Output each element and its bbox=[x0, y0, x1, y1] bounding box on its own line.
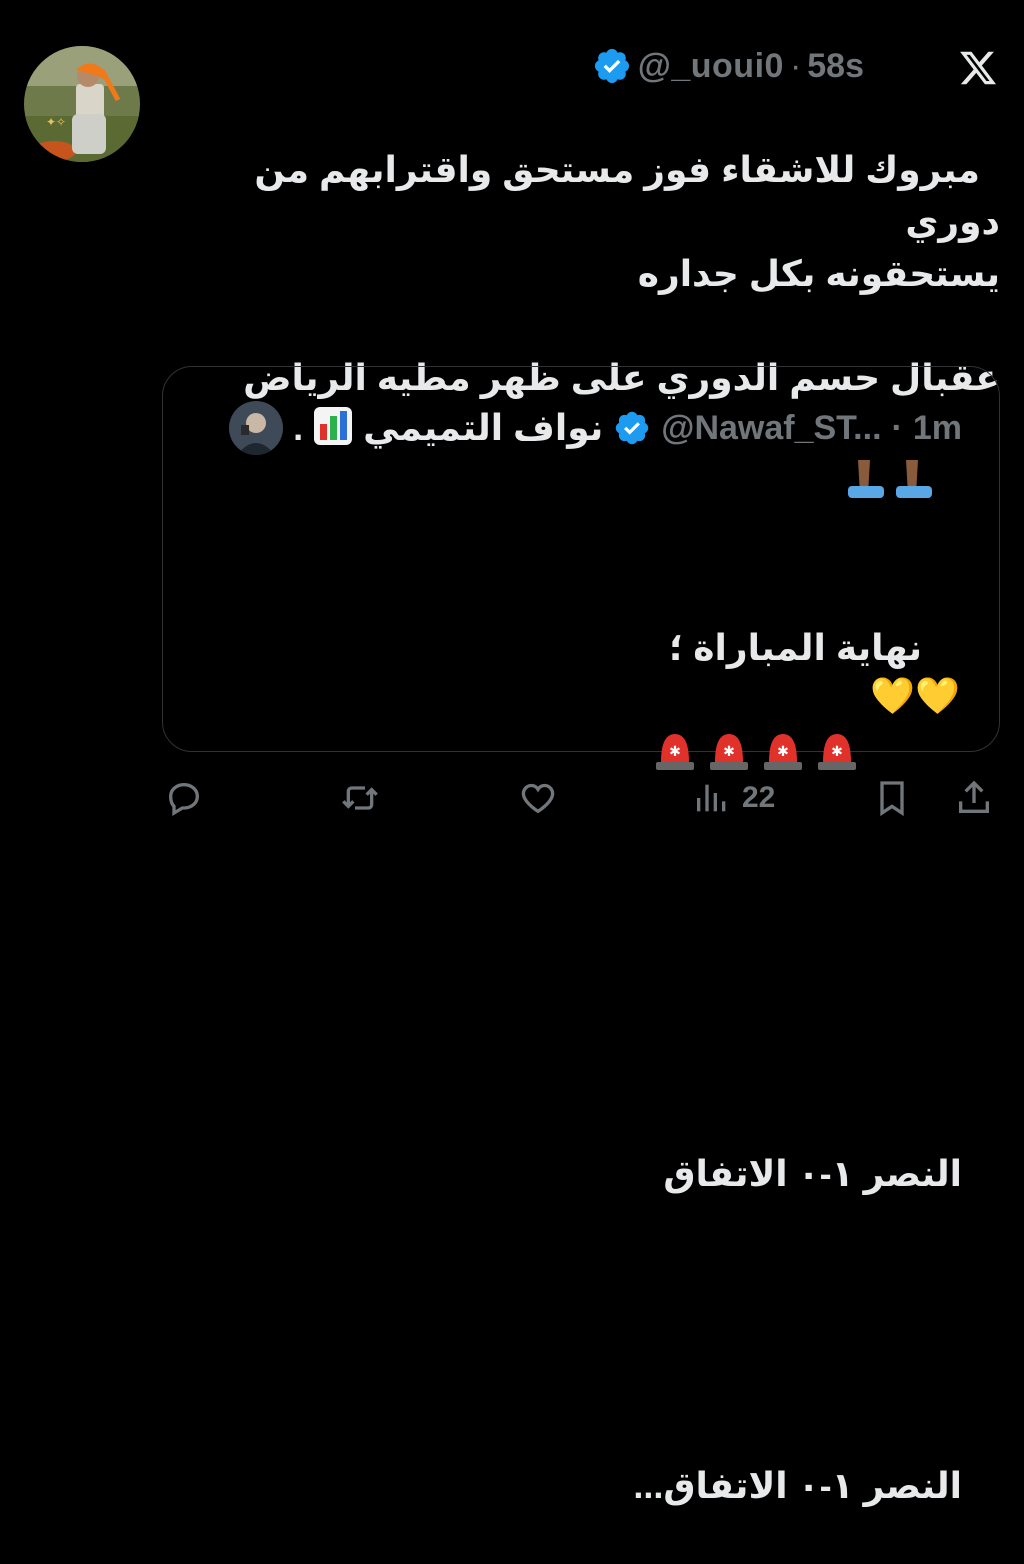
bar-chart-emoji bbox=[313, 406, 353, 451]
views-count: 22 bbox=[742, 781, 776, 814]
reply-button[interactable] bbox=[164, 768, 204, 828]
svg-text:✱: ✱ bbox=[831, 744, 843, 760]
quoted-line-1: نهاية المباراة ؛ ✱ ✱ ✱ ✱ bbox=[202, 570, 962, 888]
tweet-header: @_uoui0 · 58s bbox=[592, 46, 864, 86]
tweet-time[interactable]: 58s bbox=[807, 47, 864, 86]
svg-text:✱: ✱ bbox=[777, 744, 789, 760]
like-button[interactable] bbox=[518, 768, 558, 828]
svg-text:✱: ✱ bbox=[669, 744, 681, 760]
separator-dot: · bbox=[789, 46, 802, 85]
quoted-author-name[interactable]: نواف التميمي bbox=[363, 407, 603, 449]
quoted-line-3: النصر ١-٠ الاتفاق... bbox=[633, 1465, 962, 1506]
views-button[interactable]: 22 bbox=[692, 768, 775, 828]
verified-badge-icon bbox=[594, 48, 629, 84]
like-icon bbox=[521, 783, 555, 814]
quoted-time[interactable]: 1m bbox=[913, 409, 962, 448]
tweet-actions-bar: 22 bbox=[0, 768, 1024, 828]
svg-text:✱: ✱ bbox=[723, 744, 735, 760]
author-avatar[interactable]: ✦✧ bbox=[24, 46, 140, 162]
svg-text:✦✧: ✦✧ bbox=[46, 115, 66, 129]
separator-dot: · bbox=[891, 408, 903, 447]
quoted-line-1-text: نهاية المباراة ؛ bbox=[668, 627, 922, 668]
repost-button[interactable] bbox=[340, 768, 380, 828]
quoted-tweet-header: . نواف التميمي @Nawaf_ST... · 1m bbox=[229, 400, 962, 456]
tweet-body: مبروك للاشقاء فوز مستحق واقترابهم من دور… bbox=[243, 149, 1000, 398]
quoted-suffix: . bbox=[293, 407, 304, 448]
author-handle[interactable]: @_uoui0 bbox=[638, 47, 784, 86]
quoted-tweet-text: نهاية المباراة ؛ ✱ ✱ ✱ ✱ النصر ١-٠ الاتف… bbox=[202, 466, 962, 1564]
bookmark-icon bbox=[880, 781, 904, 817]
repost-icon bbox=[342, 786, 378, 810]
share-button[interactable] bbox=[954, 768, 994, 828]
bookmark-button[interactable] bbox=[872, 768, 912, 828]
quoted-line-2: النصر ١-٠ الاتفاق bbox=[663, 1153, 962, 1194]
quoted-author-avatar[interactable] bbox=[229, 401, 284, 455]
views-icon bbox=[697, 784, 726, 812]
x-logo-icon[interactable] bbox=[958, 48, 998, 88]
share-icon bbox=[959, 780, 989, 813]
quoted-author-handle[interactable]: @Nawaf_ST... bbox=[661, 409, 881, 448]
verified-badge-icon bbox=[616, 411, 649, 445]
reply-icon bbox=[168, 782, 200, 816]
